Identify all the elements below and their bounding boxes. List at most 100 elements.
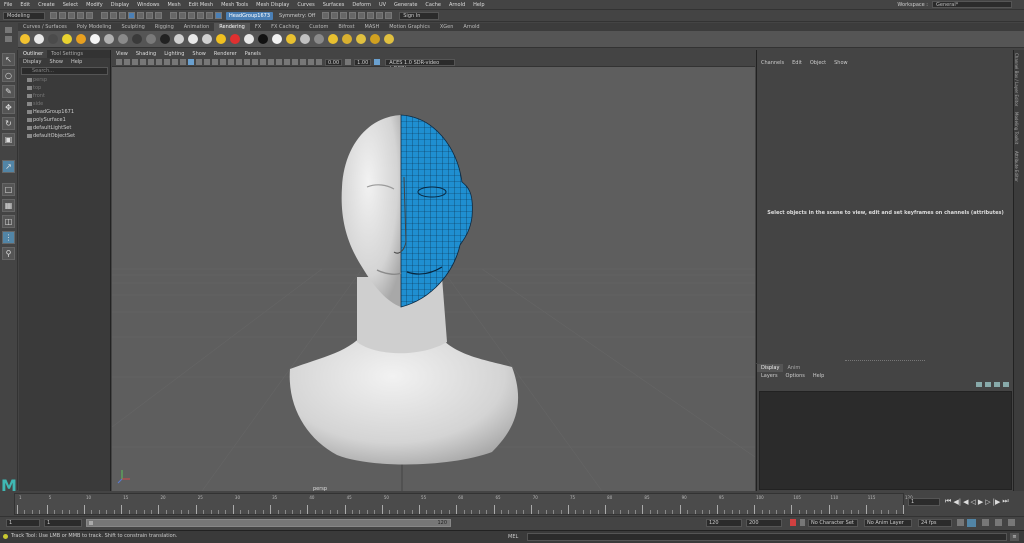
new-empty-layer-icon[interactable] <box>994 382 1000 387</box>
play-backward-icon[interactable]: ◁ <box>970 498 975 506</box>
key-preferences-icon[interactable] <box>800 519 805 526</box>
shelf-tool-icon[interactable] <box>90 34 100 44</box>
curve-mask-icon[interactable] <box>155 12 162 19</box>
shelf-gear-icon[interactable] <box>5 27 12 33</box>
shelf-tab-poly-modeling[interactable]: Poly Modeling <box>72 23 117 31</box>
shadows-icon[interactable] <box>252 59 258 65</box>
shelf-tab-mash[interactable]: MASH <box>360 23 385 31</box>
shelf-tool-icon[interactable] <box>384 34 394 44</box>
grid-toggle-icon[interactable] <box>148 59 154 65</box>
shelf-tool-icon[interactable] <box>202 34 212 44</box>
shelf-tool-icon[interactable] <box>104 34 114 44</box>
wireframe-on-shaded-icon[interactable] <box>228 59 234 65</box>
outliner-item[interactable]: persp <box>19 76 110 84</box>
gate-mask-icon[interactable] <box>172 59 178 65</box>
range-options-icon[interactable] <box>1008 519 1015 526</box>
anim-end-field[interactable]: 200 <box>746 519 782 527</box>
shelf-tool-icon[interactable] <box>314 34 324 44</box>
step-forward-frame-icon[interactable]: ▷ <box>985 498 990 506</box>
shelf-tool-icon[interactable] <box>20 34 30 44</box>
shelf-tab-rendering[interactable]: Rendering <box>214 23 250 31</box>
shelf-tab-bifrost[interactable]: Bifrost <box>333 23 359 31</box>
shelf-tool-icon[interactable] <box>342 34 352 44</box>
outliner-search-input[interactable]: Search... <box>21 67 108 75</box>
shelf-tool-icon[interactable] <box>76 34 86 44</box>
channel-menu-edit[interactable]: Edit <box>788 58 806 68</box>
fps-dropdown[interactable]: 24 fps <box>918 519 952 527</box>
field-chart-icon[interactable] <box>180 59 186 65</box>
component-mode-icon[interactable] <box>119 12 126 19</box>
snap-surface-icon[interactable] <box>206 12 213 19</box>
play-forward-icon[interactable]: ▶ <box>978 498 983 506</box>
gamma-field[interactable]: 1.00 <box>354 58 372 66</box>
xray-icon[interactable] <box>300 59 306 65</box>
joint-mask-icon[interactable] <box>146 12 153 19</box>
panel-splitter[interactable] <box>845 360 925 362</box>
isolate-select-icon[interactable] <box>292 59 298 65</box>
range-handle-icon[interactable] <box>89 521 93 525</box>
select-camera-icon[interactable] <box>116 59 122 65</box>
current-frame-field[interactable]: 1 <box>908 498 940 506</box>
menu-deform[interactable]: Deform <box>348 2 375 8</box>
menu-generate[interactable]: Generate <box>390 2 421 8</box>
outliner-item[interactable]: side <box>19 100 110 108</box>
handle-mask-icon[interactable] <box>137 12 144 19</box>
audio-icon[interactable] <box>982 519 989 526</box>
shelf-tab-rigging[interactable]: Rigging <box>150 23 179 31</box>
xray-components-icon[interactable] <box>316 59 322 65</box>
auto-key-icon[interactable] <box>790 519 796 526</box>
safe-action-icon[interactable] <box>188 59 194 65</box>
step-back-key-icon[interactable]: ◀| <box>953 498 961 506</box>
object-mode-icon[interactable] <box>110 12 117 19</box>
layer-menu-options[interactable]: Options <box>782 372 809 380</box>
shelf-tool-icon[interactable] <box>300 34 310 44</box>
lasso-tool-icon[interactable]: ○ <box>2 69 15 82</box>
film-gate-icon[interactable] <box>156 59 162 65</box>
light-editor-icon[interactable] <box>376 12 384 19</box>
paint-select-tool-icon[interactable]: ✎ <box>2 85 15 98</box>
wireframe-icon[interactable] <box>204 59 210 65</box>
shelf-tab-arnold[interactable]: Arnold <box>458 23 484 31</box>
select-by-type-icon[interactable] <box>128 12 135 19</box>
shelf-tab-curves-surfaces[interactable]: Curves / Surfaces <box>18 23 72 31</box>
outliner-item[interactable]: defaultObjectSet <box>19 132 110 140</box>
layer-menu-layers[interactable]: Layers <box>757 372 782 380</box>
anim-layer-dropdown[interactable]: No Anim Layer <box>864 519 912 527</box>
render-view-icon[interactable] <box>358 12 366 19</box>
menu-display[interactable]: Display <box>107 2 133 8</box>
menu-edit[interactable]: Edit <box>16 2 34 8</box>
select-tool-icon[interactable]: ↖ <box>2 53 15 66</box>
outliner-item[interactable]: defaultLightSet <box>19 124 110 132</box>
track-tool-icon[interactable]: ↗ <box>2 160 15 173</box>
shelf-tool-icon[interactable] <box>34 34 44 44</box>
viewport-menu-show[interactable]: Show <box>188 50 210 58</box>
image-plane-icon[interactable] <box>140 59 146 65</box>
motion-blur-icon[interactable] <box>268 59 274 65</box>
channel-menu-object[interactable]: Object <box>806 58 830 68</box>
layer-menu-help[interactable]: Help <box>809 372 828 380</box>
camera-attributes-icon[interactable] <box>124 59 130 65</box>
smooth-shade-icon[interactable] <box>212 59 218 65</box>
screen-space-ao-icon[interactable] <box>260 59 266 65</box>
shelf-tool-icon[interactable] <box>272 34 282 44</box>
shelf-tool-icon[interactable] <box>328 34 338 44</box>
anti-aliasing-icon[interactable] <box>276 59 282 65</box>
outliner-layout-icon[interactable]: ⋮ <box>2 231 15 244</box>
shelf-tab-animation[interactable]: Animation <box>179 23 215 31</box>
safe-title-icon[interactable] <box>196 59 202 65</box>
script-language-toggle[interactable]: MEL <box>508 533 518 541</box>
character-set-dropdown[interactable]: No Character Set <box>808 519 858 527</box>
menu-mesh[interactable]: Mesh <box>163 2 184 8</box>
end-frame-field[interactable]: 120 <box>706 519 742 527</box>
tab-display-layers[interactable]: Display <box>757 364 784 372</box>
shelf-tool-icon[interactable] <box>118 34 128 44</box>
exposure-field[interactable]: 0.00 <box>325 58 343 66</box>
outliner-menu-show[interactable]: Show <box>45 58 67 66</box>
outliner-menu-display[interactable]: Display <box>19 58 45 66</box>
symmetry-dropdown[interactable]: Symmetry: Off <box>279 13 315 19</box>
side-tab-channel-box[interactable]: Channel Box / Layer Editor <box>1014 50 1019 109</box>
shelf-tab-motion-graphics[interactable]: Motion Graphics <box>384 23 435 31</box>
menu-select[interactable]: Select <box>59 2 82 8</box>
time-slider-track[interactable]: 1 5 10 15 20 25 30 35 40 45 50 55 60 65 70 75 80 85 90 95 10… <box>14 493 913 515</box>
outliner-item[interactable]: front <box>19 92 110 100</box>
